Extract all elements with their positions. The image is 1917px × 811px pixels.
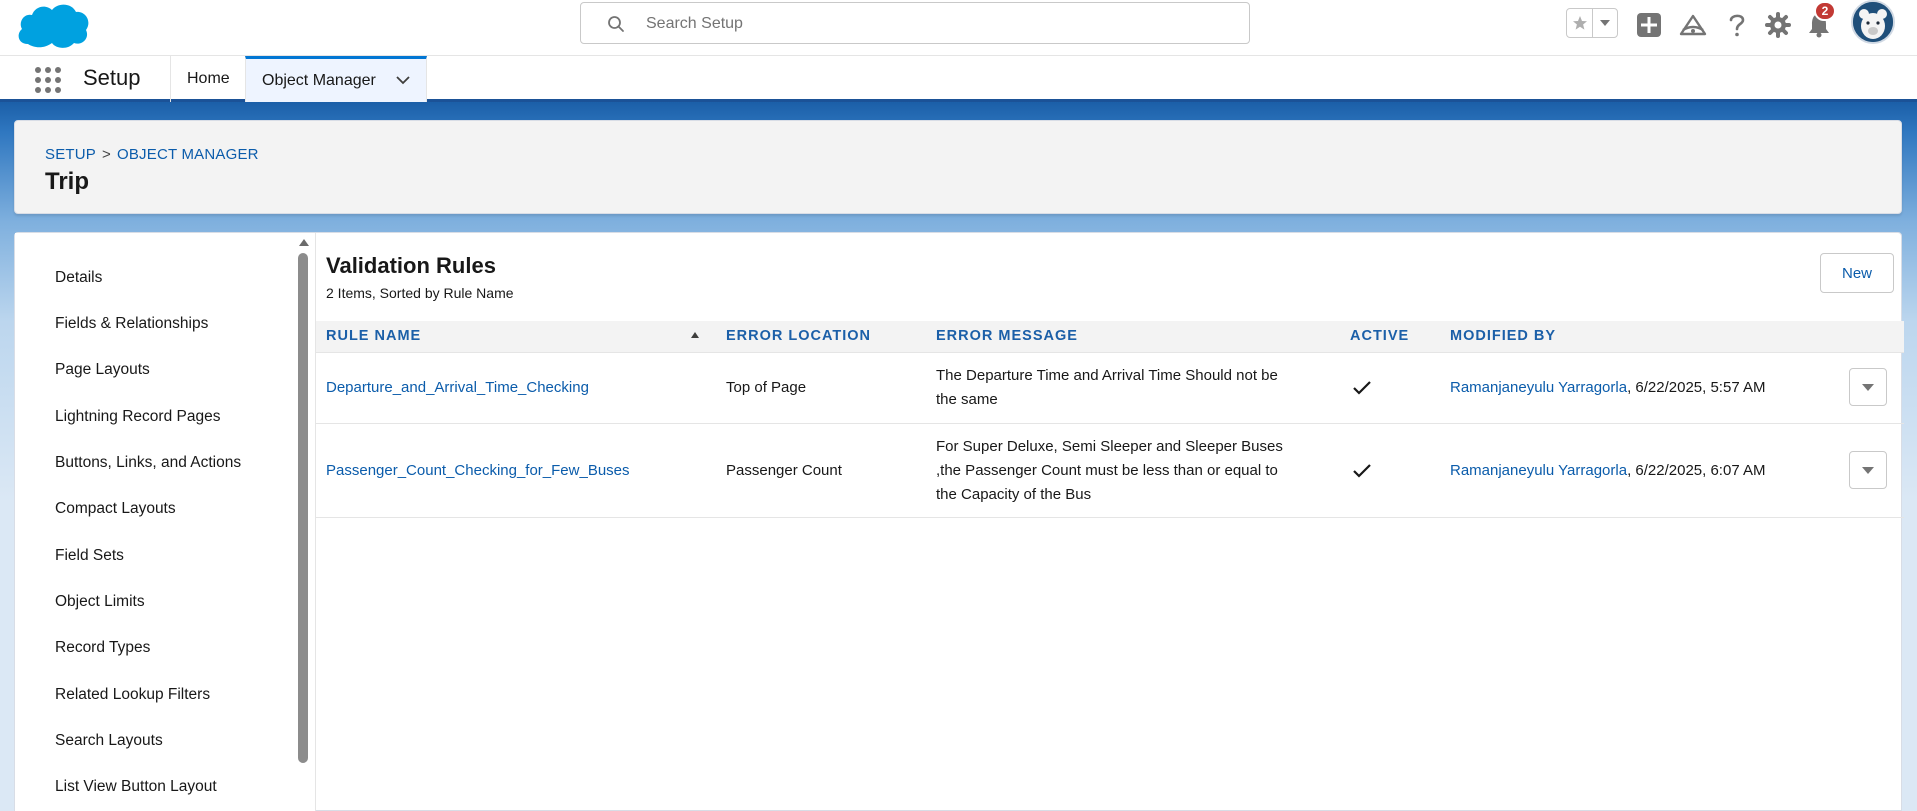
sidebar-item-related-lookup-filters[interactable]: Related Lookup Filters: [55, 686, 210, 704]
sidebar-item-fields-relationships[interactable]: Fields & Relationships: [55, 315, 208, 333]
table-row: Passenger_Count_Checking_for_Few_Buses P…: [316, 424, 1904, 518]
sidebar: Details Fields & Relationships Page Layo…: [15, 233, 315, 811]
modified-date: , 6/22/2025, 5:57 AM: [1627, 379, 1766, 396]
column-active[interactable]: ACTIVE: [1350, 328, 1409, 344]
column-error-location[interactable]: ERROR LOCATION: [726, 328, 871, 344]
notification-badge: 2: [1814, 1, 1836, 21]
check-icon: [1353, 381, 1371, 395]
avatar[interactable]: [1851, 0, 1895, 44]
sidebar-item-field-sets[interactable]: Field Sets: [55, 547, 124, 565]
breadcrumb-setup[interactable]: SETUP: [45, 146, 96, 163]
row-actions-menu[interactable]: [1849, 368, 1887, 406]
scroll-up-arrow[interactable]: [299, 239, 309, 246]
main-card: Details Fields & Relationships Page Layo…: [14, 232, 1904, 811]
modified-date: , 6/22/2025, 6:07 AM: [1627, 462, 1766, 479]
context-bar: Setup Home Object Manager: [0, 56, 1917, 102]
modified-by: Ramanjaneyulu Yarragorla, 6/22/2025, 5:5…: [1450, 376, 1766, 400]
sidebar-scrollbar[interactable]: [297, 239, 311, 811]
column-rule-name[interactable]: RULE NAME: [326, 328, 421, 344]
sidebar-item-search-layouts[interactable]: Search Layouts: [55, 732, 163, 750]
tab-home-label: Home: [187, 70, 230, 87]
error-message-line: The Departure Time and Arrival Time Shou…: [936, 367, 1278, 384]
sort-ascending-icon[interactable]: [691, 332, 699, 338]
chevron-down-icon: [1862, 383, 1874, 391]
breadcrumb-object-manager[interactable]: OBJECT MANAGER: [117, 146, 259, 163]
global-add-icon[interactable]: [1634, 10, 1664, 40]
sidebar-item-details[interactable]: Details: [55, 269, 102, 287]
rule-name-link[interactable]: Passenger_Count_Checking_for_Few_Buses: [326, 459, 630, 483]
sidebar-item-record-types[interactable]: Record Types: [55, 639, 150, 657]
breadcrumb: SETUP > OBJECT MANAGER: [45, 146, 259, 163]
error-message: The Departure Time and Arrival Time Shou…: [936, 364, 1336, 412]
page-header: SETUP > OBJECT MANAGER Trip: [14, 120, 1902, 214]
error-location: Passenger Count: [726, 462, 842, 479]
chevron-down-icon[interactable]: [396, 75, 410, 85]
sidebar-item-buttons-links-actions[interactable]: Buttons, Links, and Actions: [55, 454, 241, 472]
salesforce-cloud-logo[interactable]: [16, 0, 90, 48]
favorites-group: [1566, 8, 1618, 38]
search-input[interactable]: Search Setup: [580, 2, 1250, 44]
app-launcher-icon[interactable]: [34, 66, 62, 94]
error-message-line: the Capacity of the Bus: [936, 486, 1092, 503]
validation-rules-panel: Validation Rules 2 Items, Sorted by Rule…: [315, 233, 1904, 811]
modified-by: Ramanjaneyulu Yarragorla, 6/22/2025, 6:0…: [1450, 459, 1766, 483]
trailhead-icon[interactable]: [1678, 10, 1708, 40]
table-row: Departure_and_Arrival_Time_Checking Top …: [316, 353, 1904, 424]
scroll-thumb[interactable]: [298, 253, 308, 763]
error-message-line: the same: [936, 391, 998, 408]
sidebar-item-object-limits[interactable]: Object Limits: [55, 593, 145, 611]
page-title: Trip: [45, 168, 90, 195]
column-error-message[interactable]: ERROR MESSAGE: [936, 328, 1078, 344]
row-actions-menu[interactable]: [1849, 451, 1887, 489]
chevron-down-icon: [1862, 466, 1874, 474]
favorites-menu-icon[interactable]: [1593, 9, 1617, 37]
error-location: Top of Page: [726, 379, 807, 396]
tab-object-manager[interactable]: Object Manager: [245, 56, 427, 102]
gear-icon[interactable]: [1763, 10, 1793, 40]
global-header: Search Setup 2: [0, 0, 1917, 56]
sidebar-item-compact-layouts[interactable]: Compact Layouts: [55, 500, 176, 518]
sidebar-item-list-view-button-layout[interactable]: List View Button Layout: [55, 778, 217, 796]
tab-home[interactable]: Home: [170, 56, 245, 102]
sidebar-item-lightning-record-pages[interactable]: Lightning Record Pages: [55, 408, 220, 426]
rule-name-link[interactable]: Departure_and_Arrival_Time_Checking: [326, 376, 589, 400]
tab-object-manager-label: Object Manager: [262, 71, 376, 89]
modified-by-user-link[interactable]: Ramanjaneyulu Yarragorla: [1450, 379, 1627, 396]
error-message-line: ,the Passenger Count must be less than o…: [936, 462, 1278, 479]
help-icon[interactable]: [1722, 10, 1752, 40]
search-icon: [608, 16, 624, 32]
section-title: Validation Rules: [326, 253, 496, 278]
check-icon: [1353, 464, 1371, 478]
app-name: Setup: [83, 65, 141, 90]
search-placeholder: Search Setup: [646, 15, 743, 32]
sidebar-item-page-layouts[interactable]: Page Layouts: [55, 361, 150, 379]
error-message: For Super Deluxe, Semi Sleeper and Sleep…: [936, 435, 1336, 507]
error-message-line: For Super Deluxe, Semi Sleeper and Sleep…: [936, 438, 1283, 455]
breadcrumb-separator: >: [102, 146, 111, 163]
section-subtitle: 2 Items, Sorted by Rule Name: [326, 285, 514, 301]
favorites-star-icon[interactable]: [1567, 9, 1594, 37]
new-button[interactable]: New: [1820, 253, 1894, 293]
column-modified-by[interactable]: MODIFIED BY: [1450, 328, 1556, 344]
table-header: RULE NAME ERROR LOCATION ERROR MESSAGE A…: [316, 321, 1904, 353]
modified-by-user-link[interactable]: Ramanjaneyulu Yarragorla: [1450, 462, 1627, 479]
